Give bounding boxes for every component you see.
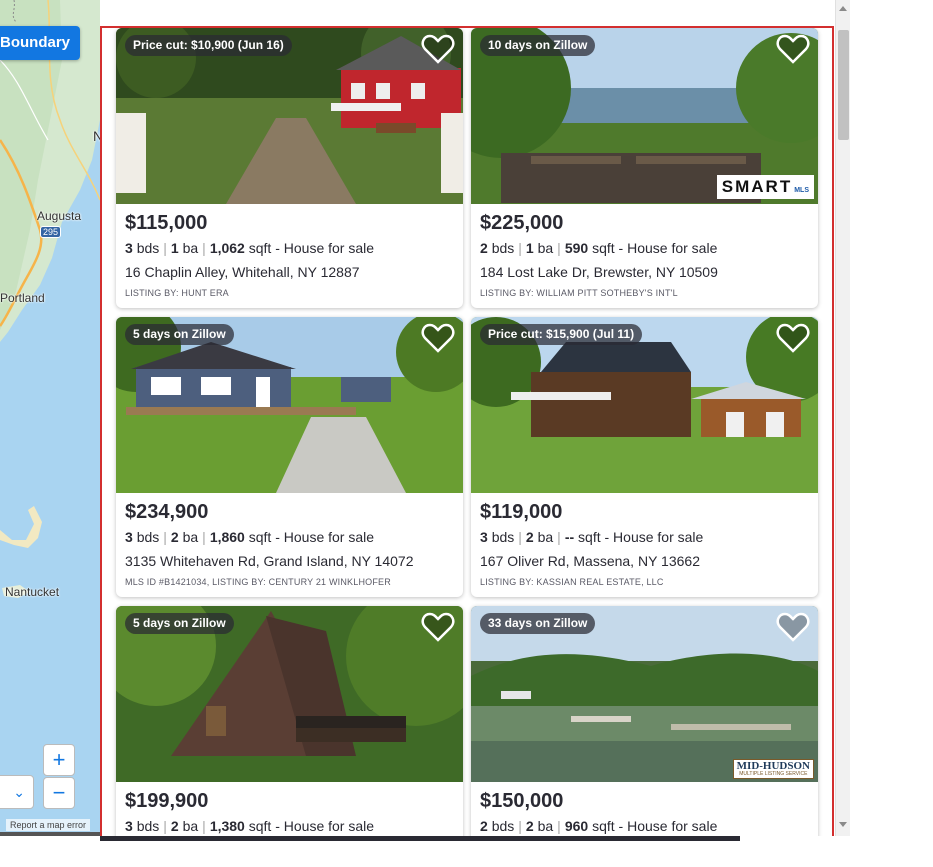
listing-address[interactable]: 3135 Whitehaven Rd, Grand Island, NY 140… (125, 553, 413, 569)
heart-icon[interactable] (776, 33, 810, 65)
boundary-button[interactable]: Boundary (0, 26, 81, 60)
heart-icon[interactable] (421, 322, 455, 354)
listing-card[interactable]: 5 days on Zillow $199,900 3 bds | 2 ba | 1,3… (116, 606, 463, 840)
listing-price: $115,000 (125, 212, 208, 234)
bottom-strip (100, 836, 850, 867)
map-label-augusta: Augusta (37, 209, 82, 223)
listing-card[interactable]: 5 days on Zillow $234,900 3 bds | 2 ba | 1,8… (116, 317, 463, 597)
listing-agent: MLS ID #B1421034, LISTING BY: CENTURY 21… (125, 577, 391, 587)
footer-bar (100, 836, 740, 841)
listing-price: $150,000 (480, 790, 564, 812)
listing-card[interactable]: Price cut: $15,900 (Jul 11) $119,000 3 b… (471, 317, 818, 597)
search-results-highlight: Price cut: $10,900 (Jun 16) $115,000 3 b… (100, 26, 834, 842)
listing-agent: LISTING BY: WILLIAM PITT SOTHEBY'S INT'L (480, 288, 678, 298)
listing-facts: 3 bds | 2 ba | -- sqft - House for sale (480, 529, 704, 545)
highway-shield: 295 (40, 226, 62, 238)
listing-card[interactable]: SMART MLS 10 days on Zillow $225,000 2 bd… (471, 28, 818, 308)
scroll-down-icon[interactable] (839, 822, 847, 827)
mls-logo: MID-HUDSON MULTIPLE LISTING SERVICE (732, 759, 814, 779)
map-layer-dropdown[interactable]: ⌄ (0, 775, 34, 809)
scroll-up-icon[interactable] (839, 6, 847, 11)
listing-price: $119,000 (480, 501, 563, 523)
heart-icon[interactable] (421, 611, 455, 643)
map-panel[interactable]: Boundary Augusta Portland Nantucket N 29… (0, 0, 100, 836)
heart-icon[interactable] (776, 611, 810, 643)
zoom-out-button[interactable]: − (43, 777, 75, 809)
listing-agent: LISTING BY: HUNT ERA (125, 288, 229, 298)
listing-price: $225,000 (480, 212, 564, 234)
listing-facts: 3 bds | 1 ba | 1,062 sqft - House for sale (125, 240, 375, 256)
listing-price: $234,900 (125, 501, 209, 523)
heart-icon[interactable] (776, 322, 810, 354)
listing-facts: 3 bds | 2 ba | 1,860 sqft - House for sale (125, 529, 375, 545)
heart-icon[interactable] (421, 33, 455, 65)
listing-address[interactable]: 16 Chaplin Alley, Whitehall, NY 12887 (125, 264, 360, 280)
listing-badge: 33 days on Zillow (480, 613, 596, 634)
listing-address[interactable]: 167 Oliver Rd, Massena, NY 13662 (480, 553, 700, 569)
scroll-thumb[interactable] (838, 30, 849, 140)
map-label-nantucket: Nantucket (5, 585, 60, 599)
listing-price: $199,900 (125, 790, 209, 812)
map-footer-bar (0, 832, 100, 836)
report-map-error-link[interactable]: Report a map error (6, 819, 91, 831)
listing-badge: 10 days on Zillow (480, 35, 596, 56)
map-label-portland: Portland (0, 291, 45, 305)
listing-badge: 5 days on Zillow (125, 324, 234, 345)
listing-facts: 2 bds | 1 ba | 590 sqft - House for sale (480, 240, 718, 256)
results-scrollbar[interactable] (835, 0, 850, 836)
listing-address[interactable]: 184 Lost Lake Dr, Brewster, NY 10509 (480, 264, 718, 280)
listing-badge: Price cut: $10,900 (Jun 16) (125, 35, 292, 56)
listing-card[interactable]: Price cut: $10,900 (Jun 16) $115,000 3 b… (116, 28, 463, 308)
listing-card[interactable]: MID-HUDSON MULTIPLE LISTING SERVICE 33 d… (471, 606, 818, 840)
listing-agent: LISTING BY: KASSIAN REAL ESTATE, LLC (480, 577, 664, 587)
listing-badge: 5 days on Zillow (125, 613, 234, 634)
map-label-edge: N (93, 128, 100, 144)
zoom-in-button[interactable]: + (43, 744, 75, 776)
mls-logo: SMART MLS (716, 175, 814, 199)
listing-facts: 2 bds | 2 ba | 960 sqft - House for sale (480, 818, 718, 834)
map-canvas[interactable] (0, 0, 100, 836)
chevron-down-icon: ⌄ (13, 784, 25, 800)
listing-badge: Price cut: $15,900 (Jul 11) (480, 324, 643, 345)
listing-panel: Price cut: $10,900 (Jun 16) $115,000 3 b… (100, 0, 835, 842)
listing-facts: 3 bds | 2 ba | 1,380 sqft - House for sale (125, 818, 375, 834)
